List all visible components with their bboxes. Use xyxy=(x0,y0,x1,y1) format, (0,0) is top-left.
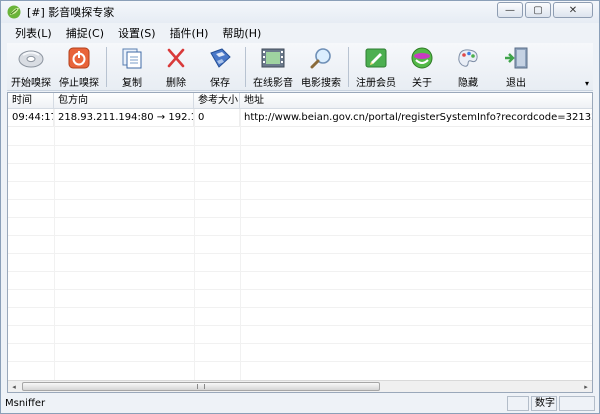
status-panel-empty xyxy=(559,396,595,411)
menu-capture[interactable]: 捕捉(C) xyxy=(66,25,104,41)
movie-search-button[interactable]: 电影搜索 xyxy=(297,43,345,89)
packet-list[interactable]: 时间 包方向 参考大小 地址 09:44:17 218.93.211.194:8… xyxy=(7,92,593,393)
status-bar: Msniffer 数字 xyxy=(1,394,599,413)
toolbar-separator xyxy=(245,47,246,87)
exit-button[interactable]: 退出 xyxy=(492,43,540,89)
magnifier-icon xyxy=(308,46,334,70)
exit-label: 退出 xyxy=(506,78,526,89)
window-controls: — ▢ ✕ xyxy=(497,2,593,18)
smiley-about-icon xyxy=(409,46,435,70)
copy-button[interactable]: 复制 xyxy=(110,43,154,89)
scroll-right-arrow-icon[interactable]: ▸ xyxy=(580,381,592,393)
power-icon xyxy=(66,46,92,70)
window-title: [#] 影音嗅探专家 xyxy=(27,6,115,19)
menu-bar: 列表(L) 捕捉(C) 设置(S) 插件(H) 帮助(H) xyxy=(7,23,593,43)
menu-list[interactable]: 列表(L) xyxy=(15,25,52,41)
row-gridline xyxy=(8,217,592,218)
about-button[interactable]: 关于 xyxy=(400,43,444,89)
row-gridline xyxy=(8,199,592,200)
maximize-button[interactable]: ▢ xyxy=(525,2,551,18)
cell-time: 09:44:17 xyxy=(8,109,54,127)
menu-settings[interactable]: 设置(S) xyxy=(118,25,156,41)
floppy-save-icon xyxy=(207,46,233,70)
disc-icon xyxy=(18,46,44,70)
app-window: [#] 影音嗅探专家 — ▢ ✕ 列表(L) 捕捉(C) 设置(S) 插件(H)… xyxy=(0,0,600,414)
register-member-button[interactable]: 注册会员 xyxy=(352,43,400,89)
toolbar-separator xyxy=(106,47,107,87)
start-sniff-label: 开始嗅探 xyxy=(11,78,51,89)
menu-help[interactable]: 帮助(H) xyxy=(222,25,261,41)
close-button[interactable]: ✕ xyxy=(553,2,593,18)
register-member-label: 注册会员 xyxy=(356,78,396,89)
hide-label: 隐藏 xyxy=(458,78,478,89)
delete-x-icon xyxy=(163,46,189,70)
delete-label: 删除 xyxy=(166,78,186,89)
stop-sniff-label: 停止嗅探 xyxy=(59,78,99,89)
toolbar-overflow-chevron-icon[interactable]: ▾ xyxy=(585,79,589,88)
horizontal-scrollbar[interactable]: ◂ ▸ xyxy=(8,380,592,392)
register-pen-icon xyxy=(363,46,389,70)
column-header-address[interactable]: 地址 xyxy=(240,93,592,109)
movie-search-label: 电影搜索 xyxy=(301,78,341,89)
column-gridline xyxy=(54,109,55,380)
row-gridline xyxy=(8,343,592,344)
status-panel-empty xyxy=(507,396,529,411)
minimize-button[interactable]: — xyxy=(497,2,523,18)
cell-address: http://www.beian.gov.cn/portal/registerS… xyxy=(244,112,592,123)
row-gridline xyxy=(8,361,592,362)
online-video-button[interactable]: 在线影音 xyxy=(249,43,297,89)
palette-hide-icon xyxy=(455,46,481,70)
row-gridline xyxy=(8,145,592,146)
copy-icon xyxy=(119,46,145,70)
menu-plugins[interactable]: 插件(H) xyxy=(170,25,209,41)
save-label: 保存 xyxy=(210,78,230,89)
cell-size: 0 xyxy=(194,109,240,127)
column-header-size[interactable]: 参考大小 xyxy=(194,93,240,109)
row-gridline xyxy=(8,253,592,254)
exit-door-icon xyxy=(503,46,529,70)
row-gridline xyxy=(8,181,592,182)
online-video-label: 在线影音 xyxy=(253,78,293,89)
column-gridline xyxy=(240,109,241,380)
hide-button[interactable]: 隐藏 xyxy=(444,43,492,89)
row-gridline xyxy=(8,163,592,164)
title-bar[interactable]: [#] 影音嗅探专家 — ▢ ✕ xyxy=(1,1,599,23)
toolbar: 开始嗅探 停止嗅探 复制 删除 保存 在线影音 电影搜索 注册会员 关于 隐藏 … xyxy=(7,43,593,91)
cell-direction: 218.93.211.194:80 → 192.1... xyxy=(54,109,194,127)
row-gridline xyxy=(8,325,592,326)
row-gridline xyxy=(8,235,592,236)
list-header: 时间 包方向 参考大小 地址 xyxy=(8,93,592,109)
column-header-time[interactable]: 时间 xyxy=(8,93,54,109)
start-sniff-button[interactable]: 开始嗅探 xyxy=(7,43,55,89)
row-gridline xyxy=(8,307,592,308)
row-gridline xyxy=(8,289,592,290)
delete-button[interactable]: 删除 xyxy=(154,43,198,89)
scroll-left-arrow-icon[interactable]: ◂ xyxy=(8,381,20,393)
stop-sniff-button[interactable]: 停止嗅探 xyxy=(55,43,103,89)
film-icon xyxy=(260,46,286,70)
status-numlock: 数字 xyxy=(531,396,557,411)
scrollbar-thumb[interactable] xyxy=(22,382,380,391)
grip-icon xyxy=(197,384,205,389)
copy-label: 复制 xyxy=(122,78,142,89)
about-label: 关于 xyxy=(412,78,432,89)
toolbar-separator xyxy=(348,47,349,87)
save-button[interactable]: 保存 xyxy=(198,43,242,89)
column-header-direction[interactable]: 包方向 xyxy=(54,93,194,109)
column-gridline xyxy=(194,109,195,380)
table-row[interactable]: 09:44:17 218.93.211.194:80 → 192.1... 0 … xyxy=(8,109,592,127)
status-text: Msniffer xyxy=(5,398,46,409)
row-gridline xyxy=(8,271,592,272)
green-leaf-app-icon xyxy=(7,5,21,19)
